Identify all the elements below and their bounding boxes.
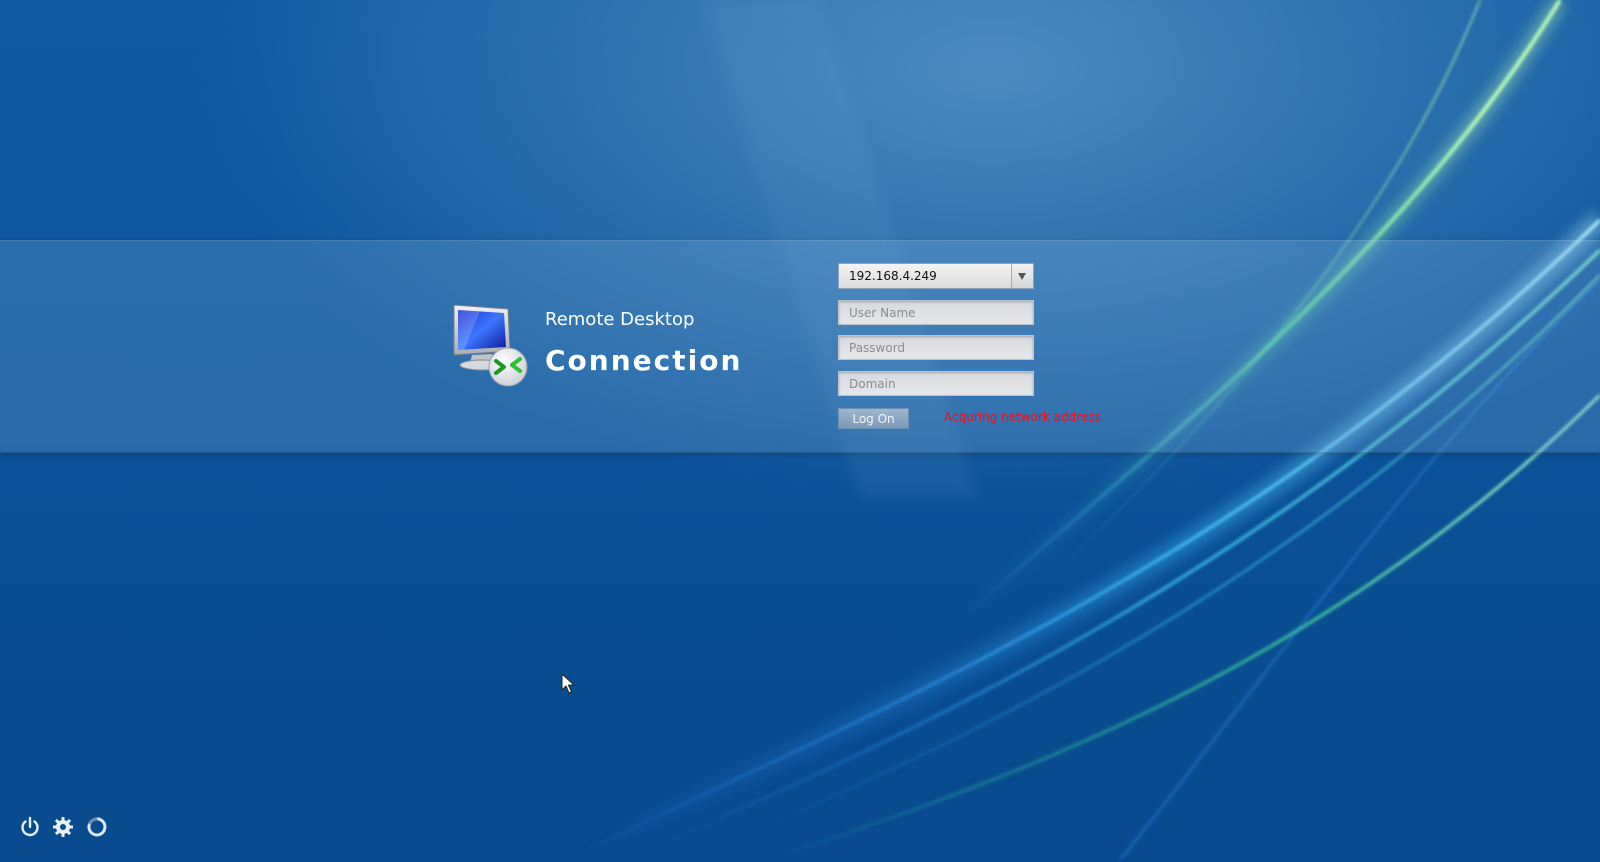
app-title: Connection	[545, 344, 743, 377]
username-field[interactable]	[838, 300, 1034, 325]
remote-desktop-logo-icon	[453, 305, 528, 387]
server-select[interactable]: 192.168.4.249	[838, 263, 1034, 289]
domain-field[interactable]	[838, 371, 1034, 396]
login-panel-band	[0, 240, 1600, 453]
password-field[interactable]	[838, 335, 1034, 360]
gear-icon[interactable]	[51, 815, 75, 839]
app-subtitle: Remote Desktop	[545, 309, 695, 330]
status-message: Acquring network address	[944, 410, 1101, 424]
server-dropdown-button[interactable]	[1011, 264, 1033, 288]
power-icon[interactable]	[18, 815, 42, 839]
mouse-cursor-icon	[561, 673, 575, 694]
chevron-down-icon	[1018, 273, 1026, 280]
logon-button[interactable]: Log On	[838, 408, 909, 429]
spinner-icon	[87, 817, 107, 837]
server-value: 192.168.4.249	[849, 269, 937, 283]
desktop-background: Remote Desktop Connection 192.168.4.249 …	[0, 0, 1600, 862]
